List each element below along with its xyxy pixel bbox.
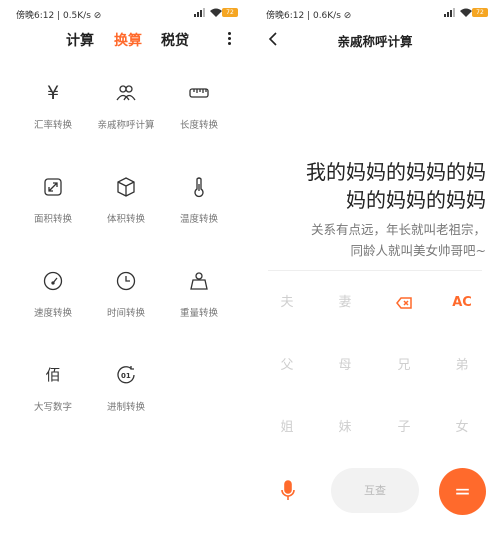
status-time: 傍晚6:12 | 0.5K/s ⊘	[16, 11, 102, 21]
wifi-icon	[460, 8, 472, 17]
relation-line: 妈的妈妈的妈妈	[346, 188, 486, 212]
speedometer-icon	[43, 271, 63, 291]
backspace-icon	[396, 296, 412, 309]
tab-tax-loan[interactable]: 税贷	[161, 30, 189, 50]
signal-icon	[194, 8, 205, 17]
backspace-button[interactable]	[379, 288, 429, 318]
battery-icon: 72	[472, 8, 488, 17]
thermometer-icon	[194, 177, 204, 198]
signal-icon	[444, 8, 455, 17]
key-daughter[interactable]: 女	[437, 413, 487, 443]
relative-calculator-screen: 傍晚6:12 | 0.6K/s ⊘ 72 亲戚称呼计算 我的妈妈的妈妈的妈 妈的…	[250, 0, 500, 538]
status-bar: 傍晚6:12 | 0.5K/s ⊘ 72	[0, 0, 250, 26]
grid-item-time[interactable]: 时间转换	[86, 270, 166, 340]
grid-item-label: 体积转换	[106, 214, 145, 225]
grid-item-relative-title[interactable]: 亲戚称呼计算	[86, 82, 166, 152]
status-time: 傍晚6:12 | 0.6K/s ⊘	[266, 11, 352, 21]
people-icon	[116, 85, 136, 101]
grid-item-label: 进制转换	[106, 402, 145, 413]
key-husband[interactable]: 夫	[262, 288, 312, 318]
grid-item-label: 时间转换	[106, 308, 145, 319]
grid-item-label: 亲戚称呼计算	[97, 120, 155, 131]
grid-item-weight[interactable]: 重量转换	[159, 270, 239, 340]
key-younger-sister[interactable]: 妹	[320, 413, 370, 443]
clock-icon	[116, 271, 136, 291]
area-icon	[44, 178, 62, 196]
key-son[interactable]: 子	[379, 413, 429, 443]
page-title: 亲戚称呼计算	[337, 34, 413, 49]
tab-calculate[interactable]: 计算	[66, 30, 94, 50]
key-elder-sister[interactable]: 姐	[262, 413, 312, 443]
result-line: 同龄人就叫美女帅哥吧~	[350, 243, 486, 258]
grid-item-label: 面积转换	[33, 214, 72, 225]
battery-icon: 72	[222, 8, 238, 17]
microphone-icon[interactable]	[280, 480, 296, 502]
equals-button[interactable]: =	[439, 468, 486, 515]
cube-icon	[117, 177, 135, 197]
svg-text:01: 01	[121, 372, 131, 380]
weight-icon	[190, 272, 208, 290]
key-father[interactable]: 父	[262, 351, 312, 381]
bai-icon: 佰	[45, 366, 61, 384]
grid-item-label: 重量转换	[179, 308, 218, 319]
binary-icon: 01	[117, 366, 135, 384]
grid-item-label: 汇率转换	[33, 120, 72, 131]
key-mother[interactable]: 母	[320, 351, 370, 381]
grid-item-volume[interactable]: 体积转换	[86, 176, 166, 246]
grid-item-label: 长度转换	[179, 120, 218, 131]
wifi-icon	[210, 8, 222, 17]
ruler-icon	[189, 88, 209, 98]
grid-item-speed[interactable]: 速度转换	[13, 270, 93, 340]
key-elder-brother[interactable]: 兄	[379, 351, 429, 381]
relation-display: 我的妈妈的妈妈的妈 妈的妈妈的妈妈	[260, 158, 486, 214]
yuan-icon: ¥	[46, 82, 60, 104]
grid-item-base-conversion[interactable]: 01 进制转换	[86, 364, 166, 434]
status-bar: 傍晚6:12 | 0.6K/s ⊘ 72	[250, 0, 500, 26]
grid-item-label: 大写数字	[33, 402, 72, 413]
divider	[268, 270, 482, 271]
relation-line: 我的妈妈的妈妈的妈	[306, 160, 486, 184]
grid-item-area[interactable]: 面积转换	[13, 176, 93, 246]
tab-convert[interactable]: 换算	[114, 30, 142, 50]
grid-item-temperature[interactable]: 温度转换	[159, 176, 239, 246]
grid-item-label: 速度转换	[33, 308, 72, 319]
grid-item-length[interactable]: 长度转换	[159, 82, 239, 152]
more-menu-icon[interactable]	[226, 31, 232, 45]
clear-all-button[interactable]: AC	[437, 288, 487, 318]
converter-screen: 傍晚6:12 | 0.5K/s ⊘ 72 计算 换算 税贷 ¥ 汇率转换 亲戚称…	[0, 0, 250, 538]
mutual-check-button[interactable]: 互查	[331, 468, 419, 513]
result-text: 关系有点远，年长就叫老祖宗， 同龄人就叫美女帅哥吧~	[260, 219, 486, 261]
result-line: 关系有点远，年长就叫老祖宗，	[310, 222, 486, 237]
grid-item-uppercase-number[interactable]: 佰 大写数字	[13, 364, 93, 434]
top-tabs: 计算 换算 税贷	[0, 30, 250, 50]
grid-item-exchange-rate[interactable]: ¥ 汇率转换	[13, 82, 93, 152]
key-wife[interactable]: 妻	[320, 288, 370, 318]
grid-item-label: 温度转换	[179, 214, 218, 225]
key-younger-brother[interactable]: 弟	[437, 351, 487, 381]
